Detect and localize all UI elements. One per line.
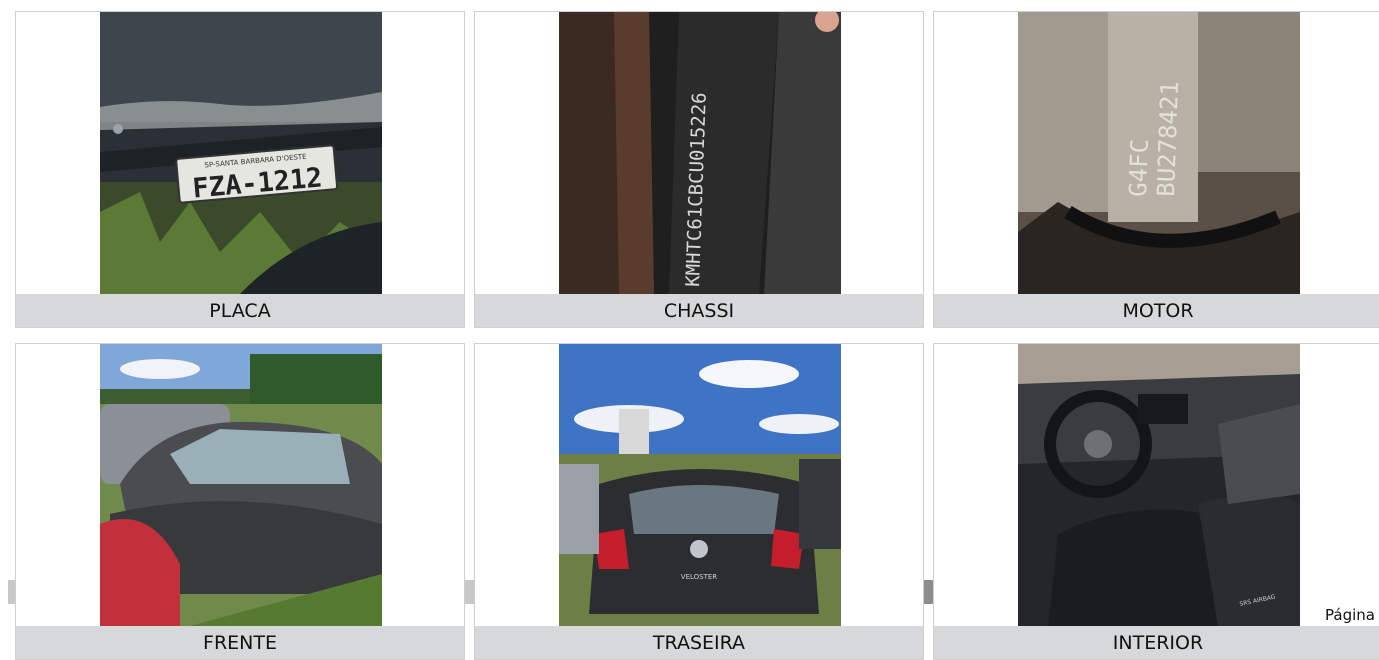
photo-card-placa: SP-SANTA BARBARA D'OESTE FZA-1212 PLACA [15,11,465,328]
photo-motor: G4FC BU278421 [1018,12,1300,294]
caption-motor: MOTOR [934,294,1379,327]
caption-frente: FRENTE [16,626,464,659]
photo-card-traseira: VELOSTER TRASEIRA [474,343,924,660]
photo-interior: SRS AIRBAG [1018,344,1300,626]
photo-traseira: VELOSTER [559,344,841,626]
badge-text: VELOSTER [681,573,718,581]
photo-card-interior: SRS AIRBAG INTERIOR [933,343,1379,660]
engine-code-line2: BU278421 [1152,81,1184,198]
photo-card-chassi: KMHTC61CBCU015226 CHASSI [474,11,924,328]
caption-placa: PLACA [16,294,464,327]
photo-frente [100,344,382,626]
engine-code-line1: G4FC [1124,138,1154,197]
caption-interior: INTERIOR [934,626,1379,659]
page-label: Página [1325,606,1375,624]
photo-card-motor: G4FC BU278421 MOTOR [933,11,1379,328]
photo-chassi: KMHTC61CBCU015226 [559,12,841,294]
caption-chassi: CHASSI [475,294,923,327]
photo-card-frente: FRENTE [15,343,465,660]
photo-placa: SP-SANTA BARBARA D'OESTE FZA-1212 [100,12,382,294]
caption-traseira: TRASEIRA [475,626,923,659]
